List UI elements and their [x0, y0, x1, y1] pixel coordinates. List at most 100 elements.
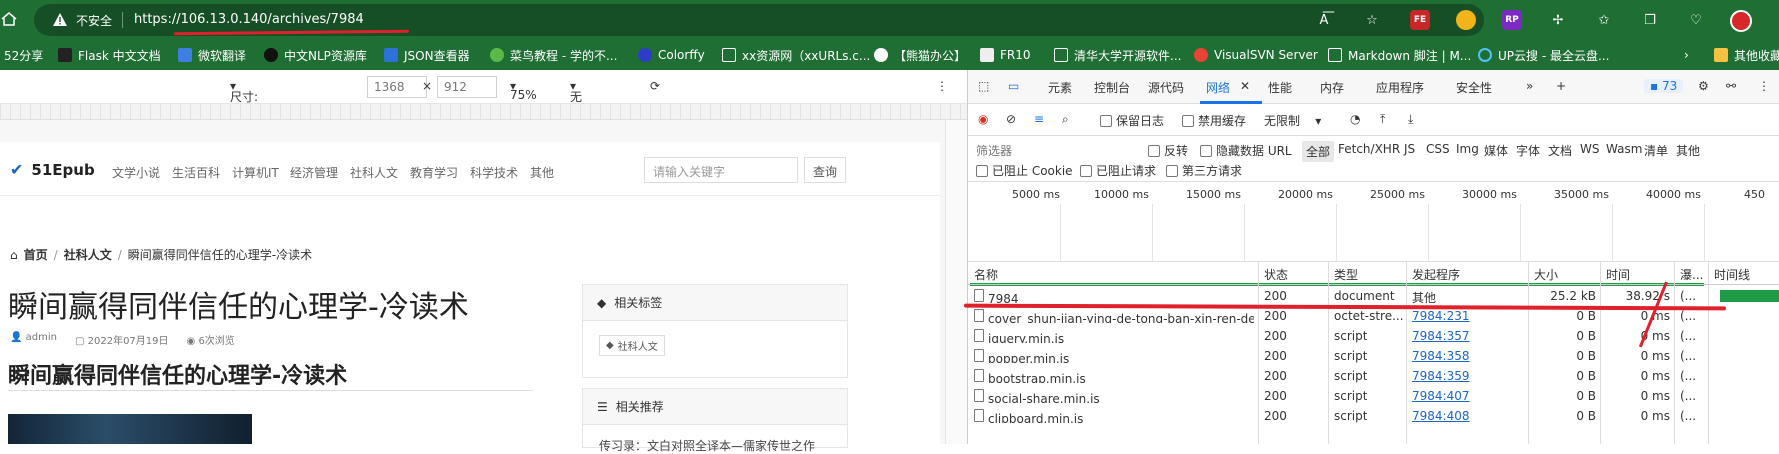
- crumb-category[interactable]: 社科人文: [64, 246, 112, 263]
- col-type[interactable]: 类型: [1334, 262, 1358, 284]
- table-row[interactable]: popper.min.js 200 script 7984:358 0 B 0 …: [968, 346, 1779, 366]
- bookmark-item[interactable]: JSON查看器: [384, 46, 470, 64]
- more-tabs-icon[interactable]: »: [1526, 79, 1533, 93]
- tab-sources[interactable]: 源代码: [1148, 79, 1184, 96]
- import-har-icon[interactable]: ⤒: [1380, 112, 1385, 127]
- filter-all[interactable]: 全部: [1302, 141, 1335, 162]
- site-search-input[interactable]: 请输入关键字: [644, 157, 798, 183]
- url-box[interactable]: 不安全 https://106.13.0.140/archives/7984: [34, 4, 1484, 36]
- extension-fe-icon[interactable]: FE: [1410, 10, 1430, 30]
- col-size[interactable]: 大小: [1534, 262, 1558, 284]
- crumb-home[interactable]: 首页: [24, 246, 48, 263]
- filter-media[interactable]: 媒体: [1484, 142, 1508, 159]
- filter-other[interactable]: 其他: [1676, 142, 1700, 159]
- close-tab-icon[interactable]: ✕: [1240, 79, 1250, 93]
- third-party-checkbox[interactable]: 第三方请求: [1166, 162, 1242, 179]
- nav-item[interactable]: 计算机IT: [232, 164, 279, 181]
- throttle-select[interactable]: 无限制 ▾: [570, 79, 582, 138]
- network-overview-timeline[interactable]: 5000 ms 10000 ms 15000 ms 20000 ms 25000…: [968, 182, 1779, 286]
- table-row[interactable]: jquery.min.js 200 script 7984:357 0 B 0 …: [968, 326, 1779, 346]
- filter-img[interactable]: Img: [1456, 142, 1479, 156]
- filter-icon[interactable]: ≡: [1034, 112, 1044, 126]
- nav-item[interactable]: 其他: [530, 164, 554, 181]
- bookmark-item[interactable]: Markdown 脚注 | M...: [1328, 46, 1471, 64]
- cover-image[interactable]: [8, 414, 252, 444]
- url-text[interactable]: https://106.13.0.140/archives/7984: [134, 12, 364, 27]
- bookmark-item[interactable]: VisualSVN Server: [1194, 46, 1318, 64]
- security-label[interactable]: 不安全: [76, 12, 112, 29]
- initiator-link[interactable]: 7984:407: [1412, 389, 1470, 403]
- bookmark-item[interactable]: 中文NLP资源库: [264, 46, 367, 64]
- col-waterfall[interactable]: 瀑...: [1680, 262, 1703, 284]
- blocked-cookie-checkbox[interactable]: 已阻止 Cookie: [976, 162, 1073, 179]
- nav-item[interactable]: 生活百科: [172, 164, 220, 181]
- search-icon[interactable]: ⌕: [1062, 112, 1069, 127]
- record-icon[interactable]: ◉: [978, 112, 988, 126]
- extensions-icon[interactable]: ✢: [1548, 10, 1568, 30]
- blocked-requests-checkbox[interactable]: 已阻止请求: [1080, 162, 1156, 179]
- site-logo[interactable]: ✔ 51Epub: [10, 160, 95, 179]
- filter-font[interactable]: 字体: [1516, 142, 1540, 159]
- tab-performance[interactable]: 性能: [1268, 79, 1292, 96]
- bookmark-item[interactable]: FR10: [980, 46, 1031, 64]
- tab-security[interactable]: 安全性: [1456, 79, 1492, 96]
- bookmark-item[interactable]: xx资源网（xxURLs.c...: [722, 46, 870, 64]
- filter-ws[interactable]: WS: [1580, 142, 1599, 156]
- inspect-icon[interactable]: ⬚: [978, 79, 989, 93]
- more-icon[interactable]: ⋮: [1758, 79, 1770, 93]
- device-toggle-icon[interactable]: ▭: [1008, 79, 1019, 93]
- add-tab-icon[interactable]: +: [1556, 79, 1566, 93]
- filter-wasm[interactable]: Wasm: [1606, 142, 1642, 156]
- clear-icon[interactable]: ⊘: [1006, 112, 1016, 126]
- table-row[interactable]: social-share.min.js 200 script 7984:407 …: [968, 386, 1779, 406]
- more-options-icon[interactable]: ⋮: [936, 79, 948, 93]
- bookmark-item[interactable]: Flask 中文文档: [58, 46, 161, 64]
- width-input[interactable]: 1368: [367, 76, 427, 98]
- add-favorite-icon[interactable]: ☆: [1362, 10, 1382, 30]
- bookmark-item[interactable]: 52分享: [4, 46, 43, 64]
- tab-console[interactable]: 控制台: [1094, 79, 1130, 96]
- invert-checkbox[interactable]: 反转: [1148, 142, 1188, 159]
- disable-cache-checkbox[interactable]: 禁用缓存: [1182, 112, 1246, 129]
- device-select[interactable]: 尺寸: Surface Pro 7 ▾: [230, 79, 276, 133]
- table-row[interactable]: bootstrap.min.js 200 script 7984:359 0 B…: [968, 366, 1779, 386]
- hide-data-url-checkbox[interactable]: 隐藏数据 URL: [1200, 142, 1292, 159]
- tab-network[interactable]: 网络: [1206, 79, 1230, 96]
- initiator-link[interactable]: 7984:358: [1412, 349, 1470, 363]
- browser-essentials-icon[interactable]: ♡: [1686, 10, 1706, 30]
- initiator-link[interactable]: 7984:357: [1412, 329, 1470, 343]
- filter-fetch-xhr[interactable]: Fetch/XHR: [1338, 142, 1400, 156]
- filter-css[interactable]: CSS: [1426, 142, 1450, 156]
- bookmark-item[interactable]: Colorffy: [638, 46, 705, 64]
- warning-icon[interactable]: [52, 12, 68, 28]
- extension-rp-icon[interactable]: RP: [1502, 10, 1522, 30]
- filter-js[interactable]: JS: [1404, 142, 1415, 156]
- table-row[interactable]: clipboard.min.js 200 script 7984:408 0 B…: [968, 406, 1779, 426]
- tab-application[interactable]: 应用程序: [1376, 79, 1424, 96]
- favorites-icon[interactable]: ✩: [1594, 10, 1614, 30]
- collections-icon[interactable]: ❐: [1640, 10, 1660, 30]
- nav-item[interactable]: 经济管理: [290, 164, 338, 181]
- col-timeline[interactable]: 时间线: [1714, 262, 1750, 284]
- home-icon[interactable]: [0, 10, 18, 28]
- rotate-icon[interactable]: ⟳: [650, 79, 660, 93]
- nav-item[interactable]: 教育学习: [410, 164, 458, 181]
- bookmark-item[interactable]: 清华大学开源软件...: [1054, 46, 1181, 64]
- profile-icon[interactable]: [1730, 10, 1752, 32]
- throttle-select[interactable]: 无限制 ▾: [1264, 112, 1321, 129]
- tag-chip[interactable]: ◆ 社科人文: [599, 335, 665, 356]
- nav-item[interactable]: 科学技术: [470, 164, 518, 181]
- filter-input[interactable]: 筛选器: [976, 142, 1012, 159]
- scrollbar[interactable]: [945, 120, 967, 444]
- preserve-log-checkbox[interactable]: 保留日志: [1100, 112, 1164, 129]
- more-bookmarks-icon[interactable]: ›: [1684, 46, 1689, 64]
- height-input[interactable]: 912: [437, 76, 497, 98]
- export-har-icon[interactable]: ⤓: [1408, 112, 1413, 127]
- customize-icon[interactable]: ⚯: [1726, 79, 1736, 93]
- recommend-item[interactable]: 传习录：文白对照全译本—儒家传世之作: [599, 437, 815, 454]
- read-aloud-icon[interactable]: A͞: [1314, 10, 1334, 30]
- settings-icon[interactable]: ⚙: [1698, 79, 1709, 93]
- nav-item[interactable]: 社科人文: [350, 164, 398, 181]
- extension-icon[interactable]: [1456, 10, 1476, 30]
- col-name[interactable]: 名称: [974, 262, 998, 284]
